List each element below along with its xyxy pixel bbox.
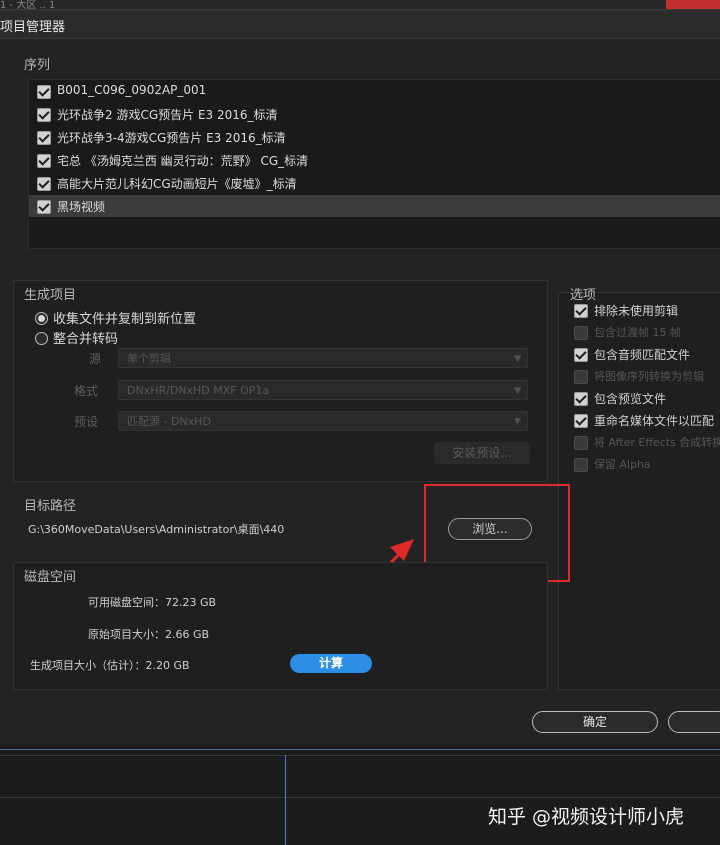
disk-space-label: 磁盘空间 — [24, 570, 77, 585]
option-label: 将图像序列转换为剪辑 — [594, 370, 704, 383]
option-handles[interactable]: 包含过渡帧 15 帧 — [574, 322, 720, 344]
chevron-down-icon: ▼ — [514, 417, 521, 427]
window-title: 项目管理器 — [0, 20, 66, 35]
option-label: 重命名媒体文件以匹配 — [594, 414, 715, 428]
checkbox[interactable] — [574, 436, 588, 450]
checkbox[interactable] — [37, 154, 51, 168]
sequence-item-label: B001_C096_0902AP_001 — [57, 83, 207, 97]
checkbox[interactable] — [574, 326, 588, 340]
option-label: 将 After Effects 合成转换 — [594, 436, 720, 449]
option-audio-conform[interactable]: 包含音频匹配文件 — [574, 344, 720, 366]
options-list: 排除未使用剪辑 包含过渡帧 15 帧 包含音频匹配文件 将图像序列转换为剪辑 包… — [574, 300, 720, 480]
preset-select[interactable]: 匹配源 - DNxHD ▼ — [118, 411, 528, 431]
close-area[interactable] — [666, 0, 720, 9]
timeline-divider — [0, 755, 720, 756]
source-value: 单个剪辑 — [127, 352, 171, 365]
sequence-list[interactable]: B001_C096_0902AP_001 光环战争2 游戏CG预告片 E3 20… — [28, 79, 720, 249]
app-tab-strip: 1 - 大区 .. 1 — [0, 0, 720, 11]
sequence-item[interactable]: B001_C096_0902AP_001 — [29, 80, 720, 102]
target-path-label: 目标路径 — [24, 499, 77, 514]
checkbox[interactable] — [574, 370, 588, 384]
source-label: 源 — [89, 352, 102, 366]
sequence-item-label: 黑场视频 — [57, 200, 106, 214]
sequence-item[interactable]: 宅总 《汤姆克兰西 幽灵行动：荒野》 CG_标清 — [29, 149, 720, 171]
option-label: 包含过渡帧 15 帧 — [594, 326, 681, 339]
option-label: 包含音频匹配文件 — [594, 348, 691, 362]
radio-collect[interactable] — [35, 312, 48, 325]
chevron-down-icon: ▼ — [514, 386, 521, 396]
sequence-item-label: 高能大片范儿科幻CG动画短片《废墟》_标清 — [57, 177, 297, 191]
radio-consolidate-label: 整合并转码 — [53, 332, 119, 347]
checkbox[interactable] — [37, 108, 51, 122]
sequence-item[interactable]: 光环战争3-4游戏CG预告片 E3 2016_标清 — [29, 126, 720, 148]
format-select[interactable]: DNxHR/DNxHD MXF OP1a ▼ — [118, 380, 528, 400]
checkbox[interactable] — [574, 304, 588, 318]
preset-value: 匹配源 - DNxHD — [127, 415, 211, 428]
checkbox[interactable] — [37, 200, 51, 214]
calculate-button[interactable]: 计算 — [290, 654, 372, 673]
sequence-item[interactable]: 光环战争2 游戏CG预告片 E3 2016_标清 — [29, 103, 720, 125]
checkbox[interactable] — [574, 348, 588, 362]
format-label: 格式 — [74, 384, 99, 398]
title-bar: 项目管理器 — [0, 10, 720, 39]
checkbox[interactable] — [37, 177, 51, 191]
option-rename-media[interactable]: 重命名媒体文件以匹配 — [574, 410, 720, 432]
checkbox[interactable] — [574, 458, 588, 472]
radio-collect-label: 收集文件并复制到新位置 — [53, 312, 197, 327]
preset-label: 预设 — [74, 415, 99, 429]
source-select[interactable]: 单个剪辑 ▼ — [118, 348, 528, 368]
available-space: 可用磁盘空间：72.23 GB — [88, 596, 217, 609]
sequence-item[interactable]: 高能大片范儿科幻CG动画短片《废墟》_标清 — [29, 172, 720, 194]
checkbox[interactable] — [574, 414, 588, 428]
sequence-item-label: 光环战争2 游戏CG预告片 E3 2016_标清 — [57, 108, 278, 122]
sequence-label: 序列 — [24, 58, 51, 73]
format-value: DNxHR/DNxHD MXF OP1a — [127, 384, 270, 397]
timeline-divider — [0, 797, 720, 798]
checkbox[interactable] — [37, 85, 51, 99]
timeline-divider — [0, 749, 720, 750]
option-preview-files[interactable]: 包含预览文件 — [574, 388, 720, 410]
option-label: 排除未使用剪辑 — [594, 304, 679, 318]
option-ae-convert[interactable]: 将 After Effects 合成转换 — [574, 432, 720, 454]
generate-label: 生成项目 — [24, 288, 77, 303]
sequence-item-label: 宅总 《汤姆克兰西 幽灵行动：荒野》 CG_标清 — [57, 154, 309, 168]
watermark: 知乎 @视频设计师小虎 — [488, 806, 685, 828]
timeline-area — [0, 745, 720, 845]
original-size: 原始项目大小：2.66 GB — [88, 628, 210, 641]
option-preserve-alpha[interactable]: 保留 Alpha — [574, 454, 720, 476]
checkbox[interactable] — [37, 131, 51, 145]
chevron-down-icon: ▼ — [514, 354, 521, 364]
option-label: 包含预览文件 — [594, 392, 667, 406]
install-preset-button[interactable]: 安装预设... — [434, 442, 530, 464]
playhead[interactable] — [285, 755, 286, 845]
sequence-item-label: 光环战争3-4游戏CG预告片 E3 2016_标清 — [57, 131, 286, 145]
sequence-item-selected[interactable]: 黑场视频 — [29, 195, 720, 217]
ok-button[interactable]: 确定 — [532, 711, 658, 733]
option-exclude-unused[interactable]: 排除未使用剪辑 — [574, 300, 720, 322]
cancel-button[interactable] — [668, 711, 720, 733]
checkbox[interactable] — [574, 392, 588, 406]
target-path-value: G:\360MoveData\Users\Administrator\桌面\44… — [28, 523, 285, 536]
option-image-sequence[interactable]: 将图像序列转换为剪辑 — [574, 366, 720, 388]
option-label: 保留 Alpha — [594, 458, 651, 471]
generated-size: 生成项目大小（估计）：2.20 GB — [30, 659, 190, 672]
radio-consolidate[interactable] — [35, 332, 48, 345]
